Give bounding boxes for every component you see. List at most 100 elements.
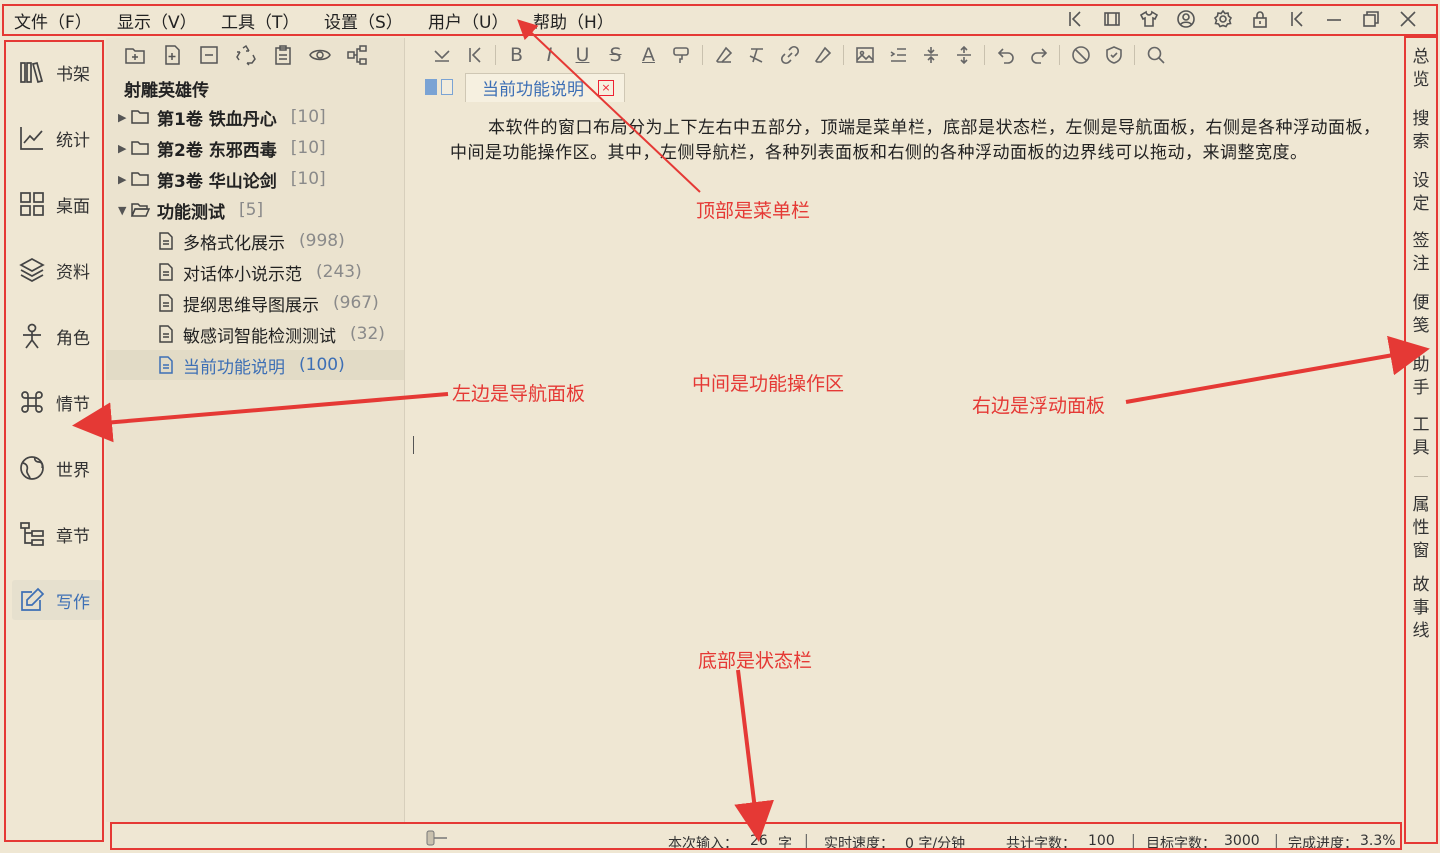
theme-icon[interactable] [1130,6,1167,32]
tree-doc-count: (100) [299,355,345,375]
search-icon[interactable] [1139,42,1172,68]
collapse-right-icon[interactable] [1278,6,1315,32]
collapse-panel-icon[interactable] [458,42,491,68]
block-icon[interactable] [1064,42,1097,68]
font-color-icon[interactable]: A [632,42,665,68]
recycle-icon[interactable] [227,42,264,68]
redo-icon[interactable] [1022,42,1055,68]
menu-user[interactable]: 用户（U） [428,8,508,33]
strikethrough-icon[interactable]: S [599,42,632,68]
nav-label: 桌面 [56,196,90,217]
clipboard-icon[interactable] [264,42,301,68]
delete-icon[interactable] [190,42,227,68]
user-icon[interactable] [1167,6,1204,32]
tab-notes[interactable]: 便笺 [1412,292,1430,338]
single-view-icon[interactable] [441,79,453,95]
menu-settings[interactable]: 设置（S） [324,8,403,33]
erase-icon[interactable] [806,42,839,68]
collapse-icon[interactable] [1056,6,1093,32]
tree-doc[interactable]: 敏感词智能检测测试 (32) [156,319,404,349]
status-target-label: 目标字数： [1146,836,1216,852]
nav-item-chapters[interactable]: 章节 [12,514,102,554]
nav-item-desktop[interactable]: 桌面 [12,184,102,224]
tab-annotation[interactable]: 签注 [1412,230,1430,276]
underline-icon[interactable]: U [566,42,599,68]
grid-icon [20,192,44,216]
collapse-arrow-icon[interactable]: ▼ [118,204,130,217]
tree-volume[interactable]: ▼ 功能测试 [5] [118,195,416,225]
eraser-icon[interactable] [707,42,740,68]
undo-icon[interactable] [989,42,1022,68]
expand-arrow-icon[interactable]: ▶ [118,111,130,124]
close-icon[interactable] [1389,6,1426,32]
minimize-icon[interactable] [1315,6,1352,32]
nav-item-stats[interactable]: 统计 [12,118,102,158]
globe-icon [20,456,44,480]
menu-help[interactable]: 帮助（H） [533,8,614,33]
fullscreen-icon[interactable] [1093,6,1130,32]
tree-doc[interactable]: 提纲思维导图展示 (967) [156,288,404,318]
indent-icon[interactable] [881,42,914,68]
bold-icon[interactable]: B [500,42,533,68]
mindmap-icon[interactable] [338,42,375,68]
new-folder-icon[interactable] [116,42,153,68]
tree-volume[interactable]: ▶ 第1卷 铁血丹心 [10] [118,102,416,132]
eye-icon[interactable] [301,42,338,68]
expand-arrow-icon[interactable]: ▶ [118,142,130,155]
tab-storyline[interactable]: 故事线 [1412,574,1430,643]
menu-view[interactable]: 显示（V） [117,8,197,33]
italic-icon[interactable]: I [533,42,566,68]
line-spacing-icon[interactable] [914,42,947,68]
window-controls [1056,6,1426,32]
tree-doc-selected[interactable]: 当前功能说明 (100) [106,350,404,380]
shield-check-icon[interactable] [1097,42,1130,68]
highlight-icon[interactable] [665,42,698,68]
slider-handle-icon[interactable] [426,830,448,846]
tree-doc-name: 当前功能说明 [183,357,285,378]
tree-volume[interactable]: ▶ 第3卷 华山论剑 [10] [118,164,416,194]
editor-content[interactable]: 本软件的窗口布局分为上下左右中五部分，顶端是菜单栏，底部是状态栏，左侧是导航面板… [450,116,1385,166]
tree-doc[interactable]: 多格式化展示 (998) [156,226,404,256]
menu-file[interactable]: 文件（F） [14,8,92,33]
editor-scrollbar[interactable] [1392,98,1398,818]
split-view-icon[interactable] [425,79,437,95]
layers-icon [19,258,45,282]
nav-item-bookshelf[interactable]: 书架 [12,52,102,92]
tree-volume[interactable]: ▶ 第2卷 东邪西毒 [10] [118,133,416,163]
tab-current-doc[interactable]: 当前功能说明 × [465,72,625,102]
annotation-statusbar: 底部是状态栏 [698,650,813,672]
nav-item-materials[interactable]: 资料 [12,250,102,290]
new-file-icon[interactable] [153,42,190,68]
tree-doc-count: (32) [350,324,385,344]
status-total-value: 100 [1088,833,1115,849]
nav-label: 角色 [56,328,90,349]
expand-icon[interactable] [425,42,458,68]
menu-tools[interactable]: 工具（T） [221,8,299,33]
nav-item-world[interactable]: 世界 [12,448,102,488]
link-icon[interactable] [773,42,806,68]
status-progress-value: 3.3% [1360,833,1396,849]
tab-setting[interactable]: 设定 [1412,170,1430,216]
settings-icon[interactable] [1204,6,1241,32]
tab-assistant[interactable]: 助手 [1412,354,1430,400]
clear-format-icon[interactable] [740,42,773,68]
tab-bar: 当前功能说明 × [425,72,625,102]
restore-icon[interactable] [1352,6,1389,32]
lock-icon[interactable] [1241,6,1278,32]
image-icon[interactable] [848,42,881,68]
book-title[interactable]: 射雕英雄传 [124,76,209,101]
tab-overview[interactable]: 总览 [1412,46,1430,92]
tree-doc[interactable]: 对话体小说示范 (243) [156,257,404,287]
paragraph-spacing-icon[interactable] [947,42,980,68]
nav-item-plot[interactable]: 情节 [12,382,102,422]
tab-tools[interactable]: 工具 [1412,414,1430,460]
tab-search[interactable]: 搜索 [1412,108,1430,154]
expand-arrow-icon[interactable]: ▶ [118,173,130,186]
tab-properties[interactable]: 属性窗 [1412,494,1430,563]
tab-close-icon[interactable]: × [598,79,614,96]
annotation-right: 右边是浮动面板 [972,395,1106,417]
document-icon [159,232,173,250]
nav-label: 书架 [56,64,90,85]
nav-item-characters[interactable]: 角色 [12,316,102,356]
nav-item-writing[interactable]: 写作 [12,580,102,620]
